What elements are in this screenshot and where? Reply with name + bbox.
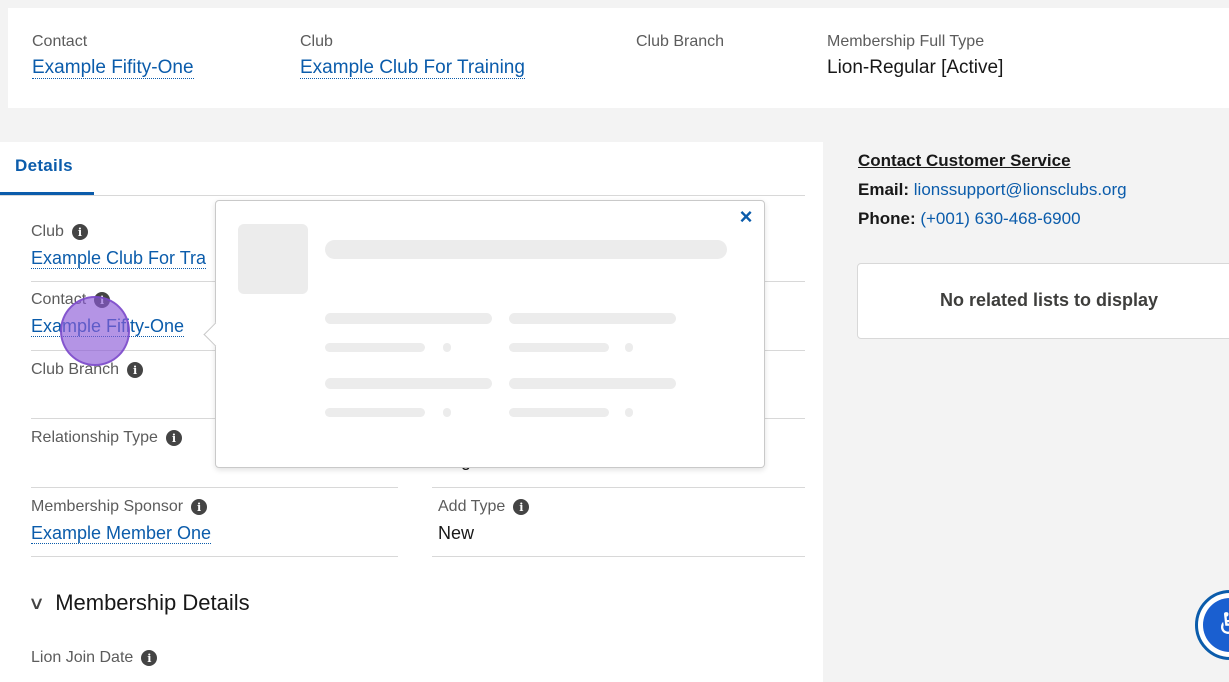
divider [31, 487, 398, 488]
highlight-contact-label: Contact [32, 33, 88, 50]
customer-service-panel: Contact Customer Service Email: lionssup… [858, 146, 1127, 233]
phone-link[interactable]: (+001) 630-468-6900 [920, 209, 1080, 228]
relationship-label: Relationship Type [31, 429, 158, 446]
info-icon[interactable]: i [165, 430, 182, 446]
accessibility-button[interactable]: ♿ [1195, 590, 1229, 660]
highlight-branch: Club Branch [636, 33, 724, 51]
skeleton-dot [625, 408, 633, 417]
info-icon[interactable]: i [191, 499, 208, 515]
highlight-membership: Membership Full Type Lion-Regular [Activ… [827, 33, 1003, 79]
skeleton-line [325, 408, 425, 417]
chevron-down-icon: ∨ [28, 592, 46, 613]
divider [432, 556, 805, 557]
skeleton-line [509, 313, 676, 324]
field-relationship-type: Relationship Type i [31, 428, 182, 448]
tab-details[interactable]: Details [15, 156, 73, 188]
section-title: Membership Details [55, 590, 250, 615]
skeleton-dot [443, 343, 451, 352]
skeleton-avatar [238, 224, 308, 294]
highlight-membership-label: Membership Full Type [827, 33, 985, 50]
info-icon[interactable]: i [71, 224, 88, 240]
field-club: Club i Example Club For Tra [31, 222, 207, 270]
sponsor-label: Membership Sponsor [31, 498, 184, 515]
tab-bar: Details [0, 142, 805, 196]
skeleton-line [325, 313, 492, 324]
skeleton-line [509, 408, 609, 417]
highlight-contact: Contact Example Fifity-One [32, 33, 194, 79]
info-icon[interactable]: i [127, 362, 144, 378]
field-add-type: Add Type i New [438, 497, 530, 545]
email-link[interactable]: lionssupport@lionsclubs.org [914, 180, 1127, 199]
accessibility-icon: ♿ [1203, 598, 1229, 652]
customer-service-title[interactable]: Contact Customer Service [858, 146, 1127, 175]
highlights-panel: Contact Example Fifity-One Club Example … [8, 8, 1229, 108]
related-lists-card: No related lists to display [857, 263, 1229, 339]
branch-label: Club Branch [31, 361, 120, 378]
skeleton-line [325, 378, 492, 389]
close-icon[interactable]: × [734, 205, 758, 229]
field-contact: Contact i Example Fifity-One [31, 290, 185, 338]
highlight-club: Club Example Club For Training [300, 33, 525, 79]
tab-active-indicator [0, 192, 94, 195]
join-date-label: Lion Join Date [31, 649, 134, 666]
highlight-club-label: Club [300, 33, 333, 50]
club-link[interactable]: Example Club For Tra [31, 248, 207, 269]
field-membership-sponsor: Membership Sponsor i Example Member One [31, 497, 212, 545]
divider [432, 487, 805, 488]
email-label: Email: [858, 180, 910, 199]
skeleton-dot [443, 408, 451, 417]
membership-details-toggle[interactable]: ∨ Membership Details [28, 590, 250, 616]
skeleton-line [325, 343, 425, 352]
skeleton-line [509, 343, 609, 352]
highlight-club-link[interactable]: Example Club For Training [300, 57, 525, 79]
hover-popover: × [203, 200, 765, 468]
field-club-branch: Club Branch i [31, 360, 144, 380]
skeleton-line [509, 378, 676, 389]
info-icon[interactable]: i [513, 499, 530, 515]
add-type-label: Add Type [438, 498, 506, 515]
related-empty-text: No related lists to display [940, 290, 1159, 310]
skeleton-dot [625, 343, 633, 352]
info-icon[interactable]: i [141, 650, 158, 666]
contact-link[interactable]: Example Fifity-One [31, 316, 185, 337]
highlight-contact-link[interactable]: Example Fifity-One [32, 57, 194, 79]
contact-label: Contact [31, 291, 87, 308]
club-label: Club [31, 223, 64, 240]
divider [31, 556, 398, 557]
add-type-value: New [438, 523, 475, 543]
field-lion-join-date: Lion Join Date i [31, 648, 158, 668]
highlight-membership-value: Lion-Regular [Active] [827, 57, 1004, 78]
highlight-branch-label: Club Branch [636, 33, 725, 50]
info-icon[interactable]: i [94, 292, 111, 308]
phone-label: Phone: [858, 209, 916, 228]
sponsor-link[interactable]: Example Member One [31, 523, 212, 544]
skeleton-title [325, 240, 727, 259]
